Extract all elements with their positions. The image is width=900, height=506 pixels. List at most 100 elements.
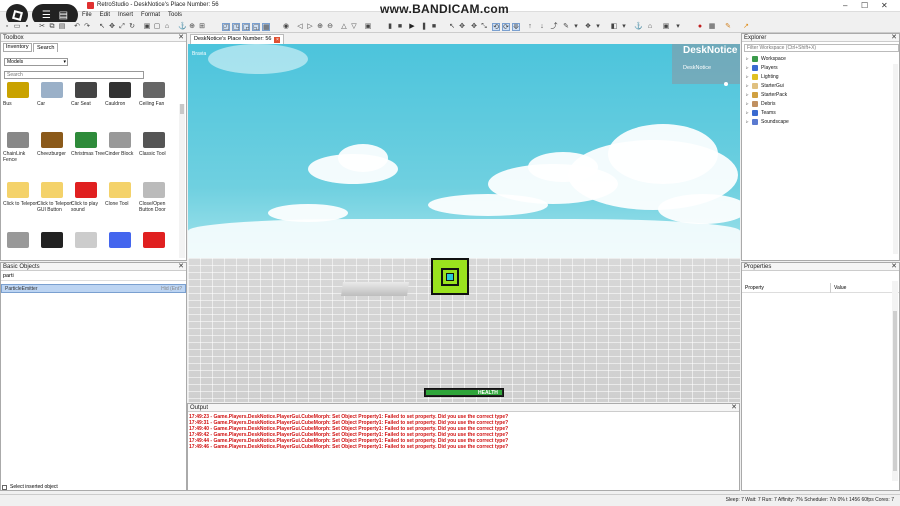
open-file-icon[interactable]: ▭ (13, 23, 21, 31)
toolbox-item[interactable]: Click to Teleport GUI Button (37, 182, 73, 232)
menu-insert[interactable]: Insert (118, 12, 133, 22)
toolbox-item[interactable]: Ceiling Fan (139, 82, 175, 132)
undo-icon[interactable]: ↶ (73, 23, 81, 31)
explorer-item[interactable]: ▹ Lighting (746, 72, 899, 81)
zoom-out-icon[interactable]: ⊖ (326, 23, 334, 31)
toolbox-item[interactable]: Car Seat (71, 82, 107, 132)
anchor-tool-icon[interactable]: ⚓ (634, 23, 643, 31)
toolbox-item[interactable] (3, 232, 39, 260)
move-icon[interactable]: ✥ (108, 23, 116, 31)
toolbox-search-input[interactable] (4, 71, 144, 79)
explorer-item[interactable]: ▹ Workspace (746, 54, 899, 63)
toolbox-item[interactable] (37, 232, 73, 260)
menu-tools[interactable]: Tools (168, 12, 182, 22)
select-icon[interactable]: ↖ (98, 23, 106, 31)
scale-tool-icon[interactable]: ⤡ (480, 23, 488, 31)
properties-close-icon[interactable]: ✕ (891, 263, 897, 271)
properties-scrollbar[interactable] (892, 281, 898, 481)
toolbox-item[interactable] (105, 232, 141, 260)
view-mode-5-icon[interactable]: ▦ (262, 23, 270, 31)
group-icon[interactable]: ▣ (143, 23, 151, 31)
toolbox-item[interactable] (139, 232, 175, 260)
toolbox-item[interactable]: ChainLink Fence (3, 132, 39, 182)
menu-edit[interactable]: Edit (100, 12, 110, 22)
camera-left-icon[interactable]: ◁ (296, 23, 304, 31)
save-icon[interactable]: ▪ (23, 23, 31, 31)
dropdown-icon[interactable]: ▾ (572, 23, 580, 31)
resize-icon[interactable]: ⤢ (118, 23, 126, 31)
lock-tool-icon[interactable]: ⌂ (646, 23, 654, 31)
new-file-icon[interactable]: ▫ (3, 23, 11, 31)
toolbox-item[interactable]: Christmas Tree (71, 132, 107, 182)
cut-icon[interactable]: ✂ (38, 23, 46, 31)
paste-icon[interactable]: ▤ (58, 23, 66, 31)
screenshot-icon[interactable]: ▦ (708, 23, 716, 31)
toolbox-item[interactable]: Click to play sound (71, 182, 107, 232)
view-mode-2-icon[interactable]: ◳ (232, 23, 240, 31)
explorer-item[interactable]: ▹ Teams (746, 108, 899, 117)
rotate-icon[interactable]: ↻ (128, 23, 136, 31)
surface-icon[interactable]: ◧ (610, 23, 618, 31)
maximize-icon[interactable]: ☐ (861, 1, 868, 10)
up-arrow-icon[interactable]: ↑ (526, 23, 534, 31)
group-tool-icon[interactable]: ▣ (662, 23, 670, 31)
dropdown-4-icon[interactable]: ▾ (674, 23, 682, 31)
basic-objects-close-icon[interactable]: ✕ (178, 263, 184, 271)
snap-icon[interactable]: ⊞ (198, 23, 206, 31)
toolbox-item[interactable]: Classic Tool (139, 132, 175, 182)
build-icon[interactable]: ▮ (386, 23, 394, 31)
list-item[interactable]: ParticleEmitter Hid (Ent? (1, 284, 186, 293)
tilt-up-icon[interactable]: △ (340, 23, 348, 31)
select-tool-icon[interactable]: ↖ (448, 23, 456, 31)
hamburger-icon[interactable]: ☰ (42, 10, 51, 21)
toolbox-item[interactable]: Car (37, 82, 73, 132)
tab-inventory[interactable]: Inventory (3, 43, 32, 52)
close-icon[interactable]: ✕ (881, 1, 888, 10)
tilt-down-icon[interactable]: ▽ (350, 23, 358, 31)
tab-close-icon[interactable]: × (274, 36, 281, 43)
explorer-item[interactable]: ▹ Soundscape (746, 117, 899, 126)
toolbox-item[interactable]: Click to Teleport (3, 182, 39, 232)
toolbox-scrollbar[interactable] (179, 104, 185, 258)
zoom-in-icon[interactable]: ⊕ (316, 23, 324, 31)
menu-file[interactable]: File (82, 12, 92, 22)
stop-icon[interactable]: ■ (396, 23, 404, 31)
weld-icon[interactable]: ⊕ (188, 23, 196, 31)
toolbox-item[interactable]: Cheezburger (37, 132, 73, 182)
view-mode-4-icon[interactable]: ◱ (252, 23, 260, 31)
rotate-tool-icon[interactable]: ⟲ (492, 23, 500, 31)
pause-icon[interactable]: ❚ (420, 23, 428, 31)
tab-place[interactable]: DeskNotice's Place Number: 56 × (190, 34, 285, 44)
lock-icon[interactable]: ⌂ (163, 23, 171, 31)
collision-tool-icon[interactable]: ⟱ (512, 23, 520, 31)
material-icon[interactable]: ❖ (584, 23, 592, 31)
toolbox-item[interactable] (71, 232, 107, 260)
toolbox-item[interactable]: Bus (3, 82, 39, 132)
game-viewport[interactable]: Bravia DeskNotice DeskNotice HEALTH (188, 44, 740, 402)
play-icon[interactable]: ▶ (408, 23, 416, 31)
toolbox-close-icon[interactable]: ✕ (178, 34, 184, 42)
view-mode-1-icon[interactable]: ◰ (222, 23, 230, 31)
basic-objects-search-input[interactable]: parti (1, 271, 186, 281)
explorer-item[interactable]: ▹ Players (746, 63, 899, 72)
explorer-item[interactable]: ▹ StarterGui (746, 81, 899, 90)
down-arrow-icon[interactable]: ↓ (538, 23, 546, 31)
explorer-item[interactable]: ▹ StarterPack (746, 90, 899, 99)
record-icon[interactable]: ● (696, 23, 704, 31)
camera-icon[interactable]: ◉ (282, 23, 290, 31)
select-inserted-checkbox[interactable] (2, 484, 7, 490)
camera-right-icon[interactable]: ▷ (306, 23, 314, 31)
fit-icon[interactable]: ▣ (364, 23, 372, 31)
view-mode-3-icon[interactable]: ◲ (242, 23, 250, 31)
orientation-tool-icon[interactable]: ⟳ (502, 23, 510, 31)
explorer-scrollbar[interactable] (893, 64, 898, 254)
explorer-close-icon[interactable]: ✕ (891, 34, 897, 42)
help-icon[interactable]: ↗ (742, 23, 750, 31)
toolbox-item[interactable]: Close/Open Button Door (139, 182, 175, 232)
tilt-tool-icon[interactable]: ⤴ (550, 23, 558, 31)
toolbox-item[interactable]: Cinder Block (105, 132, 141, 182)
toolbox-item[interactable]: Clone Tool (105, 182, 141, 232)
color-picker-icon[interactable]: ✎ (562, 23, 570, 31)
dropdown-3-icon[interactable]: ▾ (620, 23, 628, 31)
anchor-icon[interactable]: ⚓ (178, 23, 187, 31)
